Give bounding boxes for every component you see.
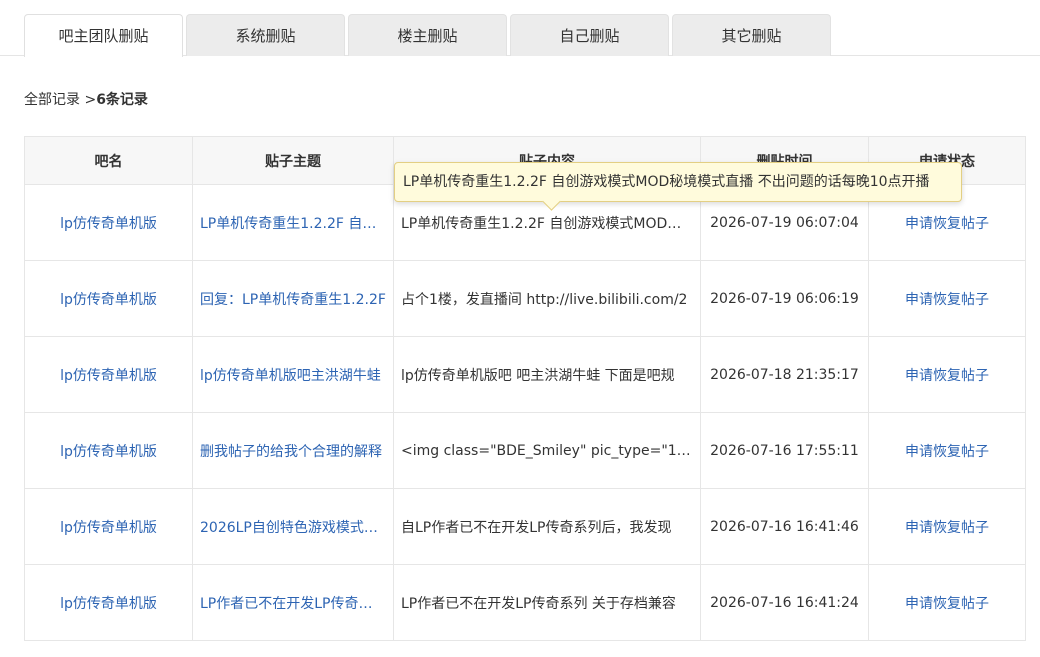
bar-name-link[interactable]: lp仿传奇单机版 (24, 488, 193, 565)
breadcrumb-separator: > (80, 92, 97, 108)
bar-name-link[interactable]: lp仿传奇单机版 (24, 260, 193, 337)
breadcrumb-all[interactable]: 全部记录 (24, 92, 80, 108)
column-header-bar-name: 吧名 (24, 136, 193, 185)
tab-op-deleted[interactable]: 楼主删贴 (348, 14, 507, 56)
tooltip-text: LP单机传奇重生1.2.2F 自创游戏模式MOD秘境模式直播 不出问题的话每晚1… (403, 174, 930, 190)
tab-team-deleted[interactable]: 吧主团队删贴 (24, 14, 183, 57)
subject-link[interactable]: lp仿传奇单机版吧主洪湖牛蛙 (192, 336, 394, 413)
bar-name-link[interactable]: lp仿传奇单机版 (24, 336, 193, 413)
delete-time: 2026-07-19 06:06:19 (700, 260, 869, 337)
delete-time: 2026-07-16 16:41:24 (700, 564, 869, 641)
table-row: lp仿传奇单机版 2026LP自创特色游戏模式MOD 自LP作者已不在开发LP传… (24, 488, 1026, 565)
delete-time: 2026-07-16 17:55:11 (700, 412, 869, 489)
restore-post-link[interactable]: 申请恢复帖子 (868, 260, 1026, 337)
post-content: LP作者已不在开发LP传奇系列 关于存档兼容 (393, 564, 701, 641)
bar-name-link[interactable]: lp仿传奇单机版 (24, 184, 193, 261)
restore-post-link[interactable]: 申请恢复帖子 (868, 564, 1026, 641)
table-row: lp仿传奇单机版 lp仿传奇单机版吧主洪湖牛蛙 lp仿传奇单机版吧 吧主洪湖牛蛙… (24, 336, 1026, 413)
deleted-posts-table: 吧名 贴子主题 贴子内容 删贴时间 申请状态 lp仿传奇单机版 LP单机传奇重生… (24, 136, 1026, 641)
table-row: lp仿传奇单机版 删我帖子的给我个合理的解释 <img class="BDE_S… (24, 412, 1026, 489)
delete-time: 2026-07-18 21:35:17 (700, 336, 869, 413)
subject-link[interactable]: LP单机传奇重生1.2.2F 自创游戏模式MOD秘境模式直播 不出问题的话每晚1… (192, 184, 394, 261)
column-header-subject: 贴子主题 (192, 136, 394, 185)
table-row: lp仿传奇单机版 回复：LP单机传奇重生1.2.2F 占个1楼，发直播间 htt… (24, 260, 1026, 337)
subject-link[interactable]: 2026LP自创特色游戏模式MOD (192, 488, 394, 565)
delete-time: 2026-07-16 16:41:46 (700, 488, 869, 565)
table-row: lp仿传奇单机版 LP作者已不在开发LP传奇系列 LP作者已不在开发LP传奇系列… (24, 564, 1026, 641)
subject-link[interactable]: LP作者已不在开发LP传奇系列 (192, 564, 394, 641)
tab-system-deleted[interactable]: 系统删贴 (186, 14, 345, 56)
subject-link[interactable]: 回复：LP单机传奇重生1.2.2F (192, 260, 394, 337)
restore-post-link[interactable]: 申请恢复帖子 (868, 336, 1026, 413)
post-content: 自LP作者已不在开发LP传奇系列后，我发现 (393, 488, 701, 565)
breadcrumb: 全部记录 >6条记录 (24, 88, 148, 112)
post-content: <img class="BDE_Smiley" pic_type="1" wid… (393, 412, 701, 489)
tab-bar: 吧主团队删贴 系统删贴 楼主删贴 自己删贴 其它删贴 (0, 0, 1040, 57)
post-content: 占个1楼，发直播间 http://live.bilibili.com/2 (393, 260, 701, 337)
bar-name-link[interactable]: lp仿传奇单机版 (24, 412, 193, 489)
subject-tooltip: LP单机传奇重生1.2.2F 自创游戏模式MOD秘境模式直播 不出问题的话每晚1… (394, 162, 962, 211)
tab-self-deleted[interactable]: 自己删贴 (510, 14, 669, 56)
record-count: 6条记录 (96, 92, 148, 108)
tab-other-deleted[interactable]: 其它删贴 (672, 14, 831, 56)
subject-link[interactable]: 删我帖子的给我个合理的解释 (192, 412, 394, 489)
bar-name-link[interactable]: lp仿传奇单机版 (24, 564, 193, 641)
restore-post-link[interactable]: 申请恢复帖子 (868, 412, 1026, 489)
post-content: lp仿传奇单机版吧 吧主洪湖牛蛙 下面是吧规 (393, 336, 701, 413)
restore-post-link[interactable]: 申请恢复帖子 (868, 488, 1026, 565)
